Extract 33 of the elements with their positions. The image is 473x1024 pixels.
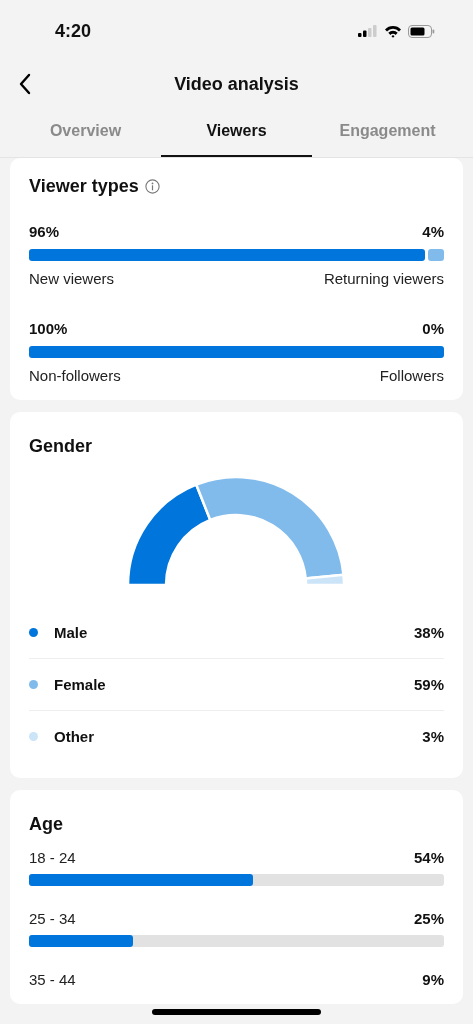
info-icon xyxy=(144,179,160,194)
percentage: 0% xyxy=(422,320,444,337)
bar-segment xyxy=(427,249,444,261)
back-button[interactable] xyxy=(18,73,32,95)
section-title: Gender xyxy=(29,436,94,457)
status-time: 4:20 xyxy=(55,20,92,42)
age-range: 25 - 34 xyxy=(29,910,76,927)
percentage: 54% xyxy=(413,849,444,866)
signal-icon xyxy=(358,25,378,37)
percentage: 96% xyxy=(29,223,60,240)
age-range: 18 - 24 xyxy=(29,849,76,866)
wifi-icon xyxy=(384,24,402,38)
bar-label: New viewers xyxy=(29,270,115,287)
section-title: Viewer types xyxy=(29,176,139,197)
age-range: 35 - 44 xyxy=(29,971,76,988)
battery-icon xyxy=(408,24,435,38)
page-title: Video analysis xyxy=(174,73,299,95)
bar-label: Followers xyxy=(379,367,444,384)
percentage: 38% xyxy=(413,624,444,641)
percentage: 25% xyxy=(413,910,444,927)
percentage: 9% xyxy=(422,971,444,988)
legend-label: Female xyxy=(54,676,107,693)
bar-label: Non-followers xyxy=(29,367,121,384)
tab[interactable]: Engagement xyxy=(312,106,463,157)
legend-label: Other xyxy=(54,728,95,745)
percentage: 100% xyxy=(29,320,68,337)
tab[interactable]: Overview xyxy=(10,106,161,157)
legend-label: Male xyxy=(54,624,89,641)
percentage: 3% xyxy=(422,728,444,745)
section-title: Age xyxy=(29,814,64,835)
percentage: 59% xyxy=(413,676,444,693)
percentage: 4% xyxy=(422,223,444,240)
bar-label: Returning viewers xyxy=(323,270,444,287)
